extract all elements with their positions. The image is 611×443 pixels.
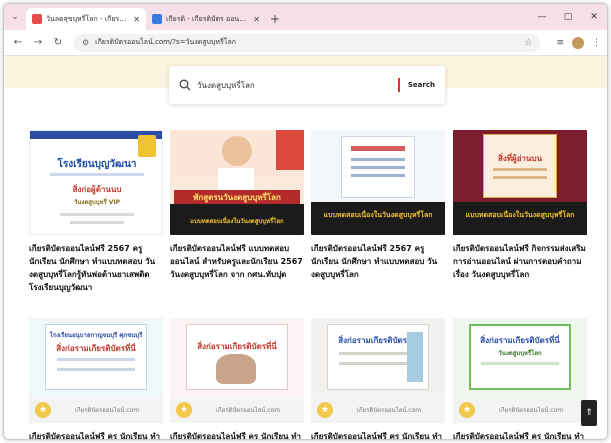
minimize-button[interactable]: — [529,12,555,22]
close-window-button[interactable]: ✕ [581,12,607,22]
card-caption[interactable]: เกียรติบัตรออนไลน์ฟรี แบบทดสอบออนไลน์ สำ… [170,242,304,281]
tab-title: เกียรติ - เกียรติบัตร ออนไลน์ ฟรี ใน [166,14,250,23]
scroll-to-top-button[interactable]: ⇑ [581,400,597,426]
forward-icon[interactable]: → [30,37,46,48]
search-divider [397,78,400,92]
thumb-banner: พักสูตรนวันงดสูบบุหรี่โลก [174,190,300,205]
bookmark-star-icon[interactable]: ☆ [524,38,532,48]
thumb-footer: ★ เกียรติบัตรออนไลน์.com [311,397,445,423]
thumb-line: แบบทดสอบเนื่องในวันงดสูบบุหรี่โลก [190,218,284,225]
page-content: วันงดสูบบุหรี่โลก Search โรงเรียนบุญวัฒน… [4,56,607,439]
card-thumbnail[interactable]: พักสูตรนวันงดสูบบุหรี่โลก แบบทดสอบเนื่อง… [170,130,304,235]
url-text: เกียรติบัตรออนไลน์.com/?s=วันงดสูบบุหรี่… [95,38,237,46]
result-card[interactable]: แบบทดสอบเนื่องในวันงดสูบบุหรี่โลก เกียรต… [311,130,445,281]
card-caption[interactable]: เกียรติบัตรออนไลน์ฟรี 2567 ครู นักเรียน … [29,242,163,294]
card-caption[interactable]: เกียรติบัตรออนไลน์ฟรี 2567 ครู นักเรียน … [311,242,445,281]
card-thumbnail[interactable]: สิ่งก่อรามเกียรติบัตรที่นี่ วันงดสูบบุหร… [453,318,587,423]
thumb-title: สิ่งก่อรามเกียรติบัตรที่นี่ [56,344,136,353]
site-info-icon[interactable]: ⚙ [82,38,89,47]
thumb-line: โรงเรียนอนุบาลกาญจนบุรี ศุภชนบุรี [49,332,143,339]
toolbar-icons: ≡ ⋮ [548,36,601,49]
trophy-icon: ★ [35,402,51,418]
card-caption[interactable]: เกียรติบัตรออนไลน์ฟรี ครู นักเรียน ทำ [453,430,587,439]
thumb-site: เกียรติบัตรออนไลน์.com [216,407,281,414]
menu-dots-icon[interactable]: ⋮ [592,38,601,48]
trophy-icon: ★ [459,402,475,418]
card-caption[interactable]: เกียรติบัตรออนไลน์ฟรี กิจกรรมส่งเสริมการ… [453,242,587,281]
result-card[interactable]: สิ่งก่อรามเกียรติบัตรที่นี่ วันงดสูบบุหร… [453,318,587,439]
window-controls: — ▢ ✕ [529,4,607,30]
card-thumbnail[interactable]: สิ่งก่อรามเกียรติบัตรที่นี่ ★ เกียรติบัต… [170,318,304,423]
tab-search-icon[interactable]: ⌄ [4,4,26,30]
thumb-line: แบบทดสอบเนื่องในวันงดสูบบุหรี่โลก [323,211,433,219]
result-card[interactable]: สิ่งที่ผู้อ่านบน แบบทดสอบเนื่องในวันงดสู… [453,130,587,281]
maximize-button[interactable]: ▢ [555,12,581,22]
trophy-icon: ★ [317,402,333,418]
thumb-line: วันงดสูบบุหรี่ VIP [73,199,121,206]
tab-strip: ⌄ วันลดสุขบุหรี่โลก - เกียรติบัตรออนไล ✕… [4,4,607,30]
thumb-site: เกียรติบัตรออนไลน์.com [75,407,140,414]
thumb-title: สิ่งก่อรามเกียรติบัตรที่นี่ [197,342,277,351]
search-button[interactable]: Search [408,81,435,89]
close-tab-icon[interactable]: ✕ [253,15,260,24]
result-card[interactable]: สิ่งก่อรามเกียรติบัตรที่นี่ ★ เกียรติบัต… [170,318,304,439]
thumb-site: เกียรติบัตรออนไลน์.com [499,407,564,414]
browser-toolbar: ← → ↻ ⚙ เกียรติบัตรออนไลน์.com/?s=วันงดส… [4,30,607,56]
thumb-title: สิ่งก่อรามเกียรติบัตรที่นี่ [480,336,560,345]
thumb-line: วันงดสูบบุหรี่โลก [498,350,542,357]
card-caption[interactable]: เกียรติบัตรออนไลน์ฟรี ครู นักเรียน ทำ [170,430,304,439]
search-input[interactable]: วันงดสูบบุหรี่โลก [197,79,398,92]
card-thumbnail[interactable]: โรงเรียนอนุบาลกาญจนบุรี ศุภชนบุรี สิ่งก่… [29,318,163,423]
thumb-subtitle: สิ่งก่อผู้ต้านนบ [72,185,122,194]
thumb-line: แบบทดสอบเนื่องในวันงดสูบบุหรี่โลก [465,211,575,219]
thumb-footer: ★ เกียรติบัตรออนไลน์.com [453,397,587,423]
back-icon[interactable]: ← [10,37,26,48]
result-card[interactable]: สิ่งก่อรามเกียรติบัตรที่นี่ ★ เกียรติบัต… [311,318,445,439]
card-caption[interactable]: เกียรติบัตรออนไลน์ฟรี ครู นักเรียน ทำ [311,430,445,439]
result-card[interactable]: โรงเรียนอนุบาลกาญจนบุรี ศุภชนบุรี สิ่งก่… [29,318,163,439]
thumb-footer: ★ เกียรติบัตรออนไลน์.com [29,397,163,423]
card-thumbnail[interactable]: สิ่งก่อรามเกียรติบัตรที่นี่ ★ เกียรติบัต… [311,318,445,423]
card-thumbnail[interactable]: โรงเรียนบุญวัฒนา สิ่งก่อผู้ต้านนบ วันงดส… [29,130,163,235]
profile-avatar[interactable] [572,36,584,49]
reload-icon[interactable]: ↻ [50,37,66,48]
search-box: วันงดสูบบุหรี่โลก Search [169,66,445,104]
close-tab-icon[interactable]: ✕ [133,15,140,24]
result-card[interactable]: โรงเรียนบุญวัฒนา สิ่งก่อผู้ต้านนบ วันงดส… [29,130,163,294]
result-card[interactable]: พักสูตรนวันงดสูบบุหรี่โลก แบบทดสอบเนื่อง… [170,130,304,281]
search-icon [179,79,191,91]
thumb-site: เกียรติบัตรออนไลน์.com [357,407,422,414]
card-caption[interactable]: เกียรติบัตรออนไลน์ฟรี ครู นักเรียน ทำ [29,430,163,439]
thumb-title: สิ่งที่ผู้อ่านบน [497,154,543,163]
extensions-icon[interactable]: ≡ [556,38,564,48]
site-favicon-icon [32,14,42,24]
thumb-footer: ★ เกียรติบัตรออนไลน์.com [170,397,304,423]
tab-search-results[interactable]: วันลดสุขบุหรี่โลก - เกียรติบัตรออนไล ✕ [26,8,146,30]
new-tab-button[interactable]: + [266,8,284,30]
thumb-title: โรงเรียนบุญวัฒนา [57,159,137,170]
tab-second[interactable]: เกียรติ - เกียรติบัตร ออนไลน์ ฟรี ใน ✕ [146,8,266,30]
trophy-icon: ★ [176,402,192,418]
address-bar[interactable]: ⚙ เกียรติบัตรออนไลน์.com/?s=วันงดสูบบุหร… [74,33,541,52]
site-favicon-icon [152,14,162,24]
card-thumbnail[interactable]: แบบทดสอบเนื่องในวันงดสูบบุหรี่โลก [311,130,445,235]
browser-window: ⌄ วันลดสุขบุหรี่โลก - เกียรติบัตรออนไล ✕… [3,3,608,440]
tab-title: วันลดสุขบุหรี่โลก - เกียรติบัตรออนไล [46,14,129,23]
card-thumbnail[interactable]: สิ่งที่ผู้อ่านบน แบบทดสอบเนื่องในวันงดสู… [453,130,587,235]
